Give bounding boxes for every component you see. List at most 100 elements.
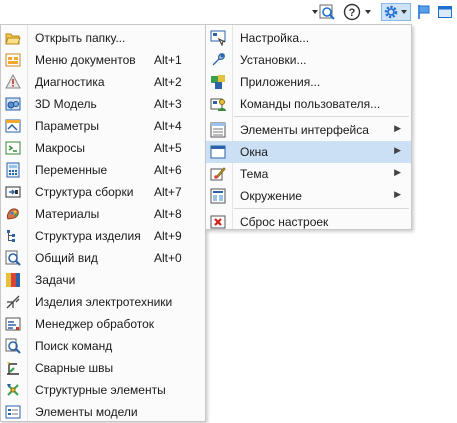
menu-item-label: Установки... (240, 53, 307, 67)
flag-icon (416, 4, 432, 20)
menu-item-shortcut: Alt+0 (154, 251, 182, 265)
model-3d-icon (5, 96, 21, 112)
product-structure-icon (5, 228, 21, 244)
menu-item-shortcut: Alt+5 (154, 141, 182, 155)
settings-button[interactable] (381, 3, 411, 21)
menu-item-label: Параметры (35, 119, 99, 133)
dropdown-search-icon (311, 3, 337, 21)
menu-item-documents-menu[interactable]: Меню документов Alt+1 (1, 49, 205, 71)
menu-item-label: Структура изделия (35, 229, 141, 243)
svg-text:?: ? (349, 7, 356, 19)
menu-item-model-3d[interactable]: 3D Модель Alt+3 (1, 93, 205, 115)
search-dropdown-button[interactable] (311, 3, 337, 21)
menu-item-parameters[interactable]: Параметры Alt+4 (1, 115, 205, 137)
menu-item-assembly-structure[interactable]: Структура сборки Alt+7 (1, 181, 205, 203)
menu-item-label: Структурные элементы (35, 383, 166, 397)
menu-item-shortcut: Alt+3 (154, 97, 182, 111)
variables-icon (5, 162, 21, 178)
menu-separator (234, 208, 409, 209)
panels-menu: Открыть папку... Меню документов Alt+1 Диаг… (0, 24, 206, 422)
menu-item-label: Элементы интерфейса (240, 123, 369, 137)
menu-item-label: Поиск команд (35, 339, 113, 353)
parameters-icon (5, 118, 21, 134)
menu-separator (234, 116, 409, 117)
customize-icon (210, 30, 226, 47)
menu-item-variables[interactable]: Переменные Alt+6 (1, 159, 205, 181)
menu-item-command-search[interactable]: Поиск команд (1, 335, 205, 357)
model-elements-icon (5, 404, 21, 420)
menu-item-label: Команды пользователя... (240, 97, 381, 111)
submenu-arrow-icon: ▶ (394, 123, 401, 133)
window-button[interactable] (436, 3, 454, 21)
menu-item-user-commands[interactable]: Команды пользователя... (206, 93, 411, 115)
processing-manager-icon (5, 316, 21, 332)
menu-item-label: Меню документов (35, 53, 136, 67)
menu-item-wrench[interactable]: Установки... (206, 49, 411, 71)
menu-item-materials[interactable]: Материалы Alt+8 (1, 203, 205, 225)
materials-icon (5, 206, 21, 222)
menu-item-electrical[interactable]: Изделия электротехники (1, 291, 205, 313)
menu-item-label: Настройка... (240, 31, 310, 45)
menu-item-label: Макросы (35, 141, 86, 155)
menu-item-reset[interactable]: Сброс настроек (206, 211, 411, 233)
folder-open-icon (5, 30, 21, 46)
menu-item-macros[interactable]: Макросы Alt+5 (1, 137, 205, 159)
interface-elements-icon (210, 122, 226, 138)
menu-item-windows[interactable]: Окна ▶ (206, 141, 411, 163)
menu-item-model-elements[interactable]: Элементы модели (1, 401, 205, 423)
theme-icon (210, 166, 226, 182)
windows-icon (210, 144, 226, 160)
flag-button[interactable] (415, 3, 433, 21)
welds-icon (5, 360, 21, 376)
menu-item-label: Менеджер обработок (35, 317, 155, 331)
menu-item-label: Задачи (35, 273, 76, 287)
menu-item-label: Изделия электротехники (35, 295, 173, 309)
menu-item-product-structure[interactable]: Структура изделия Alt+9 (1, 225, 205, 247)
menu-item-applications[interactable]: Приложения... (206, 71, 411, 93)
documents-menu-icon (5, 52, 21, 68)
menu-item-label: Сброс настроек (240, 215, 329, 229)
menu-item-shortcut: Alt+2 (154, 75, 182, 89)
menu-item-warning[interactable]: Диагностика Alt+2 (1, 71, 205, 93)
menu-item-environment[interactable]: Окружение ▶ (206, 185, 411, 207)
help-button[interactable]: ? (341, 3, 375, 21)
menu-item-label: Сварные швы (35, 361, 114, 375)
menu-item-label: Материалы (35, 207, 100, 221)
menu-item-label: Диагностика (35, 75, 105, 89)
menu-item-label: 3D Модель (35, 97, 97, 111)
menu-item-theme[interactable]: Тема ▶ (206, 163, 411, 185)
submenu-arrow-icon: ▶ (394, 189, 401, 199)
window-icon (437, 4, 453, 20)
help-icon: ? (341, 3, 375, 21)
general-view-icon (5, 250, 21, 266)
tasks-icon (5, 272, 21, 288)
menu-item-processing-manager[interactable]: Менеджер обработок (1, 313, 205, 335)
menu-item-interface-elements[interactable]: Элементы интерфейса ▶ (206, 119, 411, 141)
menu-item-shortcut: Alt+9 (154, 229, 182, 243)
gear-icon (382, 4, 410, 20)
menu-item-label: Тема (240, 167, 269, 181)
submenu-arrow-icon: ▶ (394, 167, 401, 177)
menu-item-customize[interactable]: Настройка... (206, 27, 411, 49)
menu-item-label: Переменные (35, 163, 108, 177)
menu-item-label: Структура сборки (35, 185, 134, 199)
menu-item-label: Окна (240, 145, 268, 159)
submenu-arrow-icon: ▶ (394, 145, 401, 155)
menu-item-general-view[interactable]: Общий вид Alt+0 (1, 247, 205, 269)
menu-item-shortcut: Alt+1 (154, 53, 182, 67)
settings-menu: Настройка... Установки... Приложения... Ком… (205, 24, 412, 230)
menu-item-label: Элементы модели (35, 405, 138, 419)
menu-item-tasks[interactable]: Задачи (1, 269, 205, 291)
menu-item-shortcut: Alt+4 (154, 119, 182, 133)
user-commands-icon (210, 96, 226, 112)
menu-item-structural-elements[interactable]: Структурные элементы (1, 379, 205, 401)
menu-item-shortcut: Alt+7 (154, 185, 182, 199)
warning-icon (5, 73, 21, 90)
menu-item-folder-open[interactable]: Открыть папку... (1, 27, 205, 49)
macros-icon (5, 140, 21, 156)
reset-icon (210, 214, 226, 230)
assembly-structure-icon (5, 184, 21, 200)
applications-icon (210, 74, 226, 90)
menu-item-welds[interactable]: Сварные швы (1, 357, 205, 379)
menu-item-label: Общий вид (35, 251, 98, 265)
